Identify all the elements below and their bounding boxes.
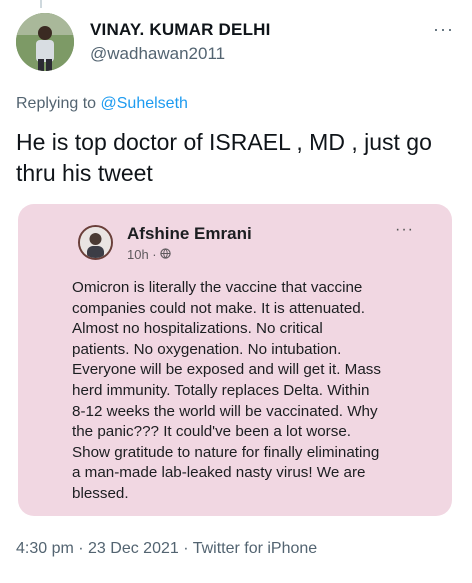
tweet-text: He is top doctor of ISRAEL , MD , just g… (16, 129, 432, 186)
embedded-more-horizontal-icon: ··· (395, 221, 414, 238)
embedded-author-avatar (78, 225, 113, 260)
replying-to: Replying to @Suhelseth (16, 95, 188, 113)
tweet: VINAY. KUMAR DELHI @wadhawan2011 ··· Rep… (0, 0, 472, 583)
tweet-timestamp[interactable]: 4:30 pm · 23 Dec 2021 · Twitter for iPho… (16, 540, 317, 558)
embedded-image[interactable]: Afshine Emrani 10h · ··· Omicron is lite… (18, 204, 452, 516)
more-horizontal-icon[interactable]: ··· (433, 20, 454, 38)
embedded-post: Afshine Emrani 10h · ··· Omicron is lite… (32, 210, 440, 512)
embedded-post-body: Omicron is literally the vaccine that va… (72, 279, 381, 502)
author-handle[interactable]: @wadhawan2011 (90, 44, 225, 64)
embedded-post-time: 10h · (127, 247, 171, 262)
thread-line (40, 0, 42, 8)
embedded-author-name: Afshine Emrani (127, 224, 252, 243)
replying-prefix: Replying to (16, 95, 97, 112)
author-avatar[interactable] (16, 13, 74, 71)
replying-mention-link[interactable]: @Suhelseth (101, 95, 188, 112)
author-name[interactable]: VINAY. KUMAR DELHI (90, 20, 271, 40)
globe-icon (159, 247, 171, 262)
embedded-time-text: 10h · (127, 247, 157, 262)
